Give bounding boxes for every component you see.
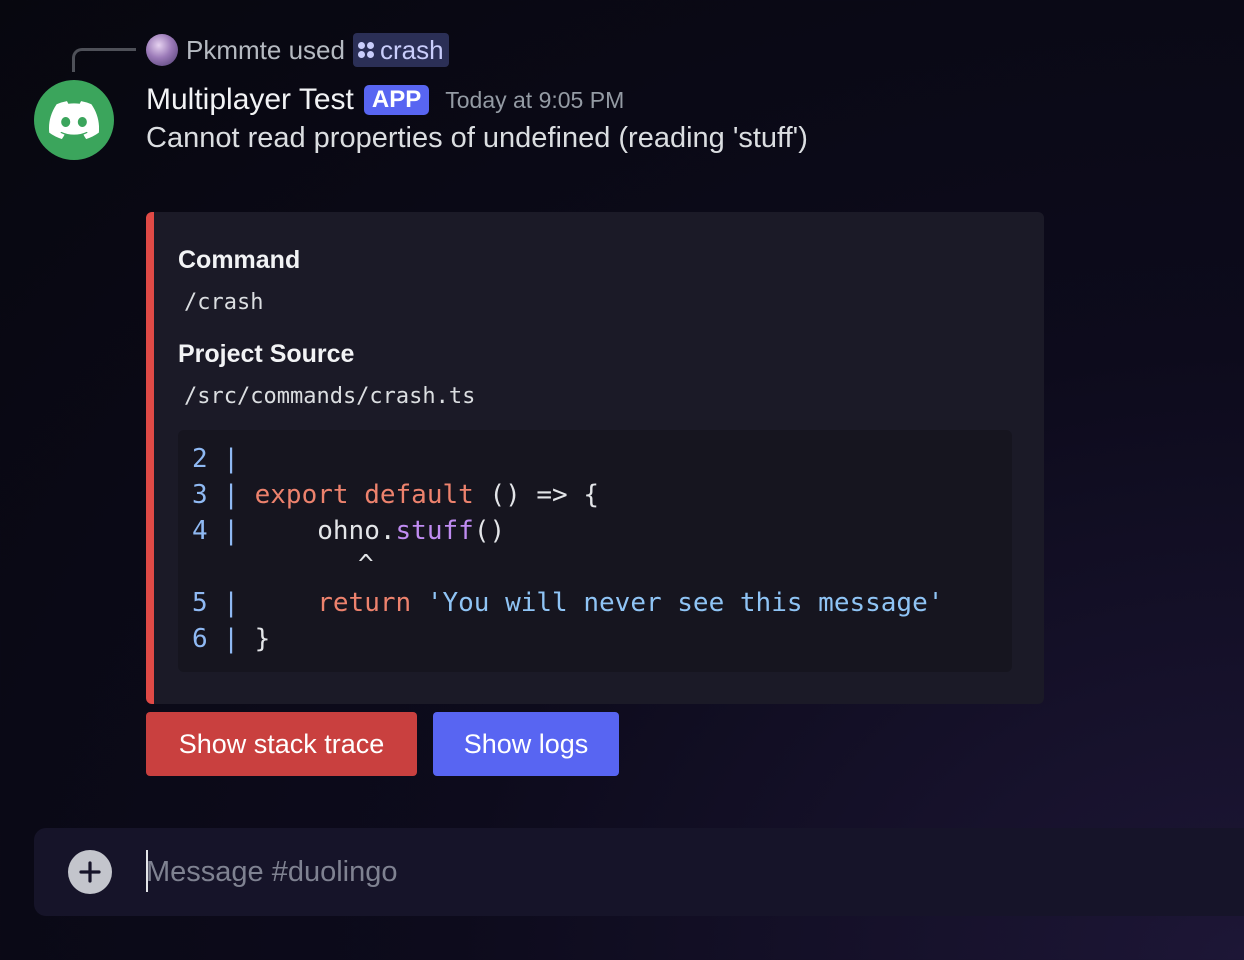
user-avatar-small[interactable] [146,34,178,66]
text-cursor [146,850,148,892]
app-command-icon [357,42,374,58]
code-line-6: 6 | } [192,624,270,654]
message-composer [34,828,1244,916]
command-mention-label: crash [379,34,444,65]
field-name-project-source: Project Source [178,340,355,368]
caret-marker: ^ [358,550,374,580]
command-reply-context: Pkmmte used crash [146,33,449,67]
error-embed: Command /crash Project Source /src/comma… [146,212,1044,704]
string-literal: 'You will never see this message' [426,588,944,618]
username[interactable]: Multiplayer Test [146,83,354,117]
reply-user-text[interactable]: Pkmmte used [186,35,345,66]
message-input[interactable] [146,846,1146,898]
keyword: export [254,480,349,510]
bot-avatar[interactable] [34,80,114,160]
add-attachment-icon[interactable] [68,850,112,894]
code-block: 2 | 3 | export default () => { 4 | ohno.… [178,430,1012,672]
message-header: Multiplayer Test APP Today at 9:05 PM [146,80,624,120]
code-line-5: 5 | return 'You will never see this mess… [192,588,943,618]
code-line-4: 4 | ohno.stuff() [192,516,505,546]
code-line-3: 3 | export default () => { [192,480,599,510]
code-text: () [473,516,506,546]
keyword: return [317,588,412,618]
line-number: 6 | [192,624,239,654]
timestamp[interactable]: Today at 9:05 PM [445,87,624,114]
discord-logo-icon [49,101,99,139]
line-number: 5 | [192,588,239,618]
field-name-command: Command [178,246,301,274]
message-content: Cannot read properties of undefined (rea… [146,122,808,154]
app-badge: APP [363,85,430,115]
code-line-2: 2 | [192,444,239,474]
field-value-command: /crash [184,290,264,315]
keyword: default [364,480,474,510]
function-name: stuff [395,516,474,546]
error-caret: ^ [358,550,374,580]
show-stack-trace-button[interactable]: Show stack trace [146,712,417,776]
plus-icon [79,861,101,883]
line-number: 4 | [192,516,239,546]
command-mention[interactable]: crash [352,33,449,67]
line-number: 2 | [192,444,239,474]
code-text: } [254,624,271,654]
show-logs-button[interactable]: Show logs [433,712,619,776]
line-number: 3 | [192,480,239,510]
field-value-project-source: /src/commands/crash.ts [184,384,476,409]
reply-connector [72,48,136,72]
code-text: () => { [489,480,600,510]
code-text: ohno. [317,516,396,546]
